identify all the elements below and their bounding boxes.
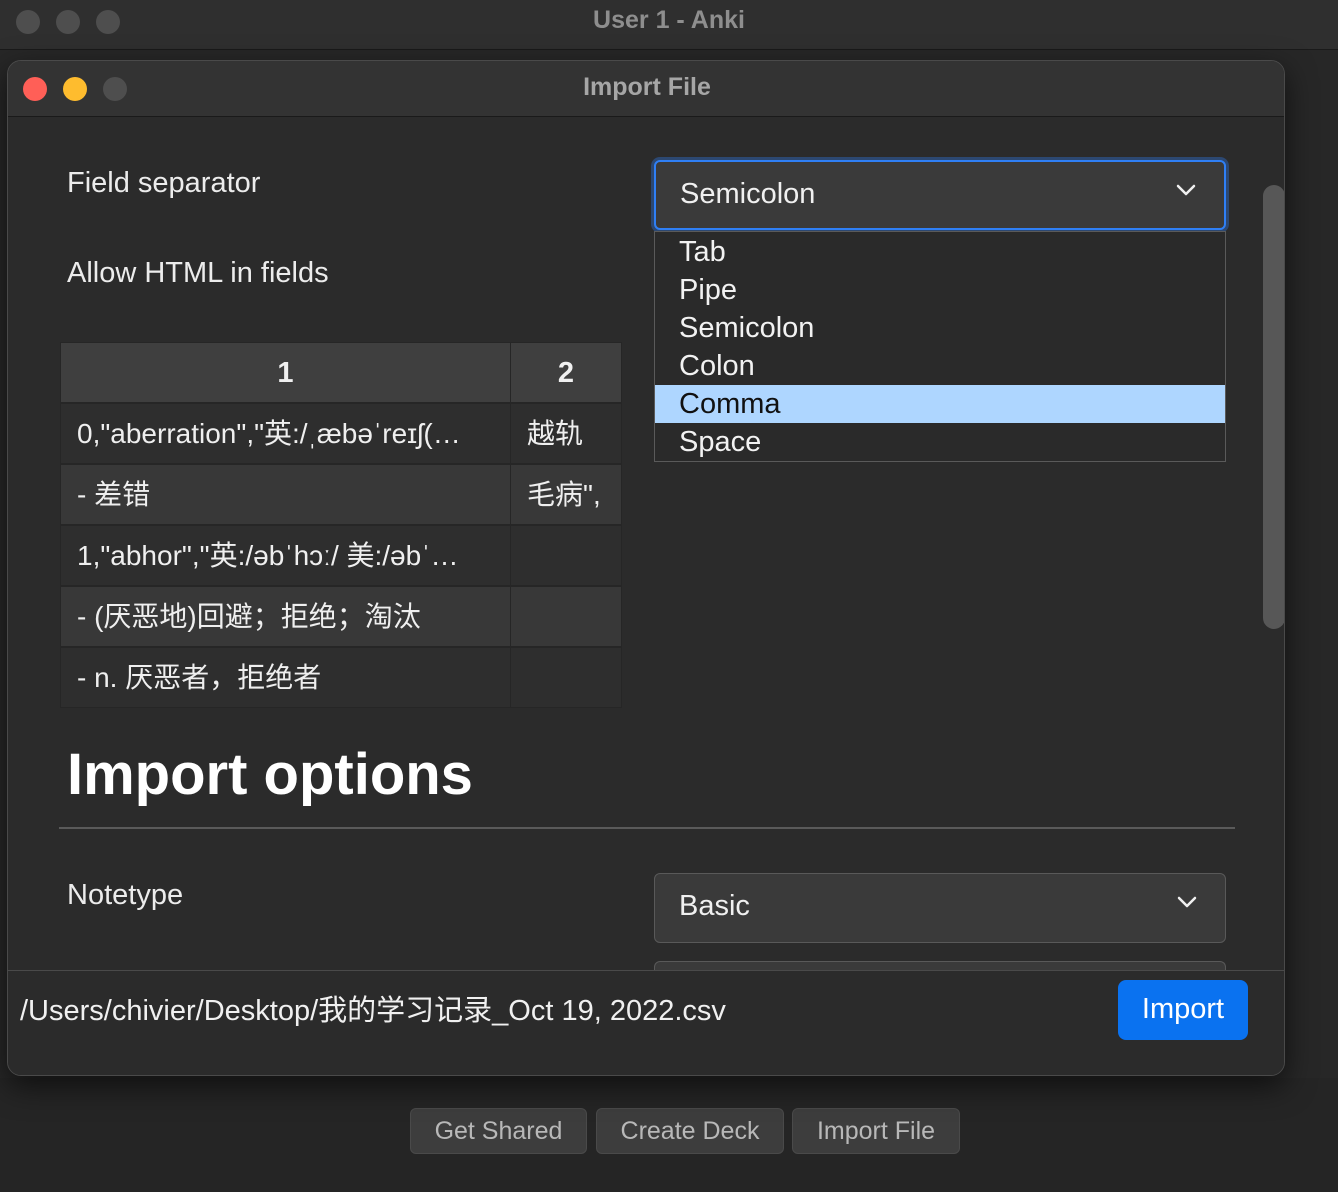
dropdown-item-pipe[interactable]: Pipe xyxy=(655,271,1225,309)
dropdown-item-tab[interactable]: Tab xyxy=(655,233,1225,271)
table-cell: 越轨 xyxy=(510,403,622,464)
table-cell: - 差错 xyxy=(60,464,511,525)
field-separator-dropdown: Tab Pipe Semicolon Colon Comma Space xyxy=(654,231,1226,462)
dropdown-item-semicolon[interactable]: Semicolon xyxy=(655,309,1225,347)
table-cell xyxy=(510,647,622,708)
table-cell xyxy=(510,525,622,586)
dropdown-item-comma[interactable]: Comma xyxy=(655,385,1225,423)
field-separator-select[interactable]: Semicolon xyxy=(654,160,1226,230)
dialog-footer: /Users/chivier/Desktop/我的学习记录_Oct 19, 20… xyxy=(8,970,1284,1075)
table-cell xyxy=(510,586,622,647)
create-deck-button[interactable]: Create Deck xyxy=(596,1108,784,1154)
import-file-button[interactable]: Import File xyxy=(792,1108,960,1154)
table-header-1: 1 xyxy=(60,342,511,403)
field-separator-label: Field separator xyxy=(67,167,261,199)
allow-html-label: Allow HTML in fields xyxy=(67,257,329,289)
import-options-heading: Import options xyxy=(67,742,473,807)
main-window-title: User 1 - Anki xyxy=(593,6,745,34)
dropdown-item-space[interactable]: Space xyxy=(655,423,1225,461)
get-shared-button[interactable]: Get Shared xyxy=(410,1108,587,1154)
notetype-select[interactable]: Basic xyxy=(654,873,1226,943)
table-cell: 1,"abhor","英:/əbˈhɔː/ 美:/əbˈ… xyxy=(60,525,511,586)
chevron-down-icon xyxy=(1176,184,1196,196)
field-separator-value: Semicolon xyxy=(680,178,816,210)
table-cell: - (厌恶地)回避；拒绝；淘汰 xyxy=(60,586,511,647)
notetype-value: Basic xyxy=(679,890,750,922)
table-cell: 毛病", xyxy=(510,464,622,525)
dialog-title: Import File xyxy=(583,73,711,101)
main-titlebar: User 1 - Anki xyxy=(0,0,1338,50)
notetype-label: Notetype xyxy=(67,879,184,911)
import-button[interactable]: Import xyxy=(1118,980,1248,1040)
section-divider xyxy=(59,827,1235,829)
table-header-2: 2 xyxy=(510,342,622,403)
table-cell: - n. 厌恶者，拒绝者 xyxy=(60,647,511,708)
preview-table: 1 2 0,"aberration","英:/ˌæbəˈreɪʃ(… 越轨 - … xyxy=(60,342,623,709)
table-cell: 0,"aberration","英:/ˌæbəˈreɪʃ(… xyxy=(60,403,511,464)
scrollbar-thumb[interactable] xyxy=(1263,185,1284,629)
chevron-down-icon xyxy=(1177,896,1197,908)
dialog-titlebar: Import File xyxy=(8,61,1284,117)
dropdown-item-colon[interactable]: Colon xyxy=(655,347,1225,385)
import-file-dialog: Import File Field separator Allow HTML i… xyxy=(7,60,1285,1076)
file-path: /Users/chivier/Desktop/我的学习记录_Oct 19, 20… xyxy=(20,995,726,1027)
